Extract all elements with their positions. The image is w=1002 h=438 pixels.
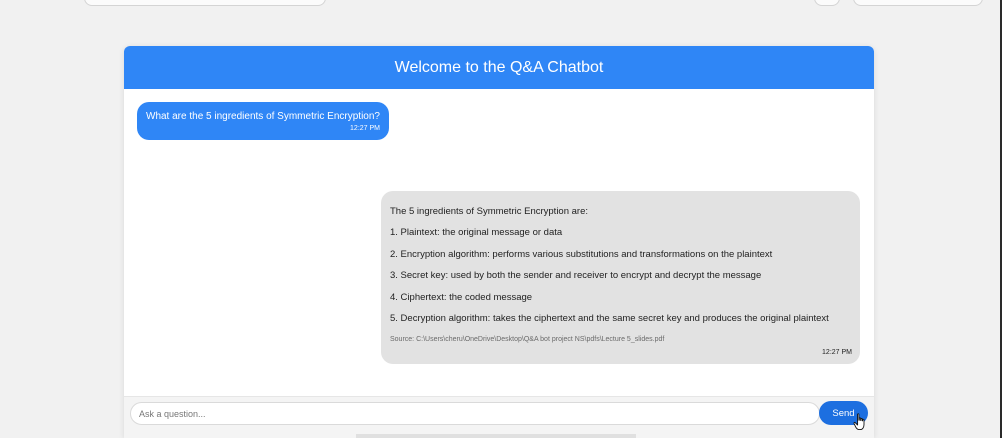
question-input[interactable] (130, 402, 820, 425)
bot-message-item: 1. Plaintext: the original message or da… (390, 227, 563, 239)
bot-message-item: 3. Secret key: used by both the sender a… (390, 270, 762, 282)
browser-control-icon[interactable] (814, 0, 840, 6)
bot-message-source: Source: C:\Users\cheru\OneDrive\Desktop\… (390, 336, 665, 344)
message-list[interactable]: What are the 5 ingredients of Symmetric … (124, 89, 874, 438)
bot-message-item: 5. Decryption algorithm: takes the ciphe… (390, 312, 829, 324)
chat-header: Welcome to the Q&A Chatbot (124, 46, 874, 89)
hand-pointer-icon (853, 413, 865, 431)
browser-top-strip (0, 0, 1002, 6)
chat-window: Welcome to the Q&A Chatbot What are the … (124, 46, 874, 438)
bot-message-time: 12:27 PM (822, 349, 852, 357)
taskbar-strip (356, 434, 636, 438)
browser-toolbar[interactable] (853, 0, 983, 6)
browser-tab[interactable] (84, 0, 326, 6)
chat-title: Welcome to the Q&A Chatbot (394, 58, 604, 76)
bot-message-intro: The 5 ingredients of Symmetric Encryptio… (390, 206, 589, 217)
user-message-text: What are the 5 ingredients of Symmetric … (146, 111, 380, 122)
user-message: What are the 5 ingredients of Symmetric … (137, 102, 389, 140)
bot-message-item: 2. Encryption algorithm: performs variou… (390, 248, 773, 260)
bot-message: The 5 ingredients of Symmetric Encryptio… (381, 191, 860, 365)
input-bar: Send (124, 396, 874, 438)
bot-message-item: 4. Ciphertext: the coded message (390, 291, 533, 303)
user-message-time: 12:27 PM (350, 125, 380, 132)
